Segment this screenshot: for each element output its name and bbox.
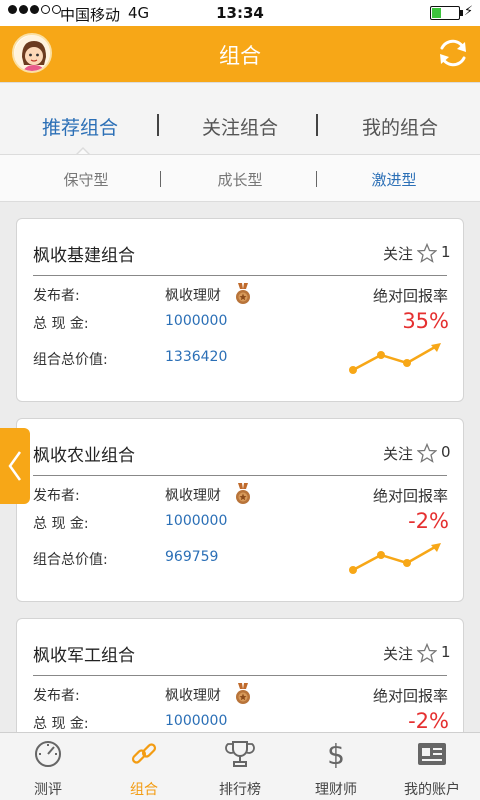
total-value-label: 组合总价值: xyxy=(33,552,108,568)
trophy-icon xyxy=(225,741,255,767)
card-divider xyxy=(33,275,447,276)
nav-label: 理财师 xyxy=(315,782,357,798)
portfolio-card[interactable]: 枫收农业组合 关注 0 发布者: 枫收理财 绝对回报率 总 现 金: 10000… xyxy=(16,418,464,602)
risk-level-tabs: 保守型 成长型 激进型 xyxy=(0,154,480,202)
charging-icon: ⚡ xyxy=(464,4,474,19)
star-icon[interactable] xyxy=(417,643,437,663)
battery-icon xyxy=(430,6,463,20)
medal-icon xyxy=(236,483,250,504)
tab-mine[interactable]: 我的组合 xyxy=(320,113,480,140)
return-value: 35% xyxy=(402,309,449,333)
tab-separator xyxy=(316,114,318,136)
trend-up-icon xyxy=(349,343,441,374)
follow-label[interactable]: 关注 xyxy=(383,243,413,264)
app-header: 组合 xyxy=(0,26,480,82)
follow-label[interactable]: 关注 xyxy=(383,643,413,664)
cash-value: 1000000 xyxy=(165,513,228,529)
tab-separator xyxy=(157,114,159,136)
nav-label: 我的账户 xyxy=(404,782,460,798)
tab-aggressive[interactable]: 激进型 xyxy=(314,169,474,190)
cash-label: 总 现 金: xyxy=(33,516,89,532)
svg-text:$: $ xyxy=(327,739,345,769)
tab-conservative[interactable]: 保守型 xyxy=(6,169,166,190)
total-value: 1336420 xyxy=(165,349,228,365)
medal-icon xyxy=(236,683,250,704)
account-card-icon xyxy=(418,743,446,765)
page-title: 组合 xyxy=(219,44,261,68)
status-bar: 中国移动 4G 13:34 ⚡ xyxy=(0,0,480,26)
total-value-label: 组合总价值: xyxy=(33,352,108,368)
nav-label: 排行榜 xyxy=(219,782,261,798)
card-divider xyxy=(33,675,447,676)
nav-label: 测评 xyxy=(34,782,62,798)
link-icon xyxy=(131,743,157,764)
publisher-name: 枫收理财 xyxy=(165,488,221,504)
refresh-icon[interactable] xyxy=(434,34,472,72)
status-time: 13:34 xyxy=(216,4,264,22)
return-label: 绝对回报率 xyxy=(373,687,449,705)
cash-value: 1000000 xyxy=(165,313,228,329)
medal-icon xyxy=(236,283,250,304)
publisher-label: 发布者: xyxy=(33,488,80,504)
bottom-nav: 测评 组合 排行榜 $ 理财师 我的账户 xyxy=(0,732,480,800)
chevron-left-icon xyxy=(8,451,22,481)
tab-growth[interactable]: 成长型 xyxy=(160,169,320,190)
publisher-label: 发布者: xyxy=(33,688,80,704)
nav-item-assessment[interactable]: 测评 xyxy=(0,733,96,800)
star-icon[interactable] xyxy=(417,443,437,463)
publisher-label: 发布者: xyxy=(33,288,80,304)
portfolio-card[interactable]: 枫收基建组合 关注 1 发布者: 枫收理财 绝对回报率 总 现 金: 10000… xyxy=(16,218,464,402)
nav-item-advisor[interactable]: $ 理财师 xyxy=(288,733,384,800)
publisher-name: 枫收理财 xyxy=(165,288,221,304)
trend-up-icon xyxy=(349,543,441,574)
gauge-icon xyxy=(35,741,61,767)
follow-count: 1 xyxy=(441,243,451,261)
portfolio-type-tabs: 推荐组合 关注组合 我的组合 xyxy=(0,82,480,157)
return-value: -2% xyxy=(408,509,449,533)
cash-label: 总 现 金: xyxy=(33,716,89,732)
dollar-icon: $ xyxy=(327,739,345,769)
drawer-handle[interactable] xyxy=(0,428,30,504)
return-label: 绝对回报率 xyxy=(373,287,449,305)
tab-recommended[interactable]: 推荐组合 xyxy=(0,113,160,140)
follow-label[interactable]: 关注 xyxy=(383,443,413,464)
card-divider xyxy=(33,475,447,476)
tab-followed[interactable]: 关注组合 xyxy=(160,113,320,140)
follow-count: 1 xyxy=(441,643,451,661)
nav-item-portfolio[interactable]: 组合 xyxy=(96,733,192,800)
portfolio-name: 枫收农业组合 xyxy=(33,446,135,466)
portfolio-name: 枫收基建组合 xyxy=(33,246,135,266)
follow-count: 0 xyxy=(441,443,451,461)
cash-value: 1000000 xyxy=(165,713,228,729)
publisher-name: 枫收理财 xyxy=(165,688,221,704)
total-value: 969759 xyxy=(165,549,219,565)
nav-item-account[interactable]: 我的账户 xyxy=(384,733,480,800)
portfolio-name: 枫收军工组合 xyxy=(33,646,135,666)
nav-item-ranking[interactable]: 排行榜 xyxy=(192,733,288,800)
cash-label: 总 现 金: xyxy=(33,316,89,332)
nav-label: 组合 xyxy=(130,782,158,798)
star-icon[interactable] xyxy=(417,243,437,263)
return-value: -2% xyxy=(408,709,449,733)
return-label: 绝对回报率 xyxy=(373,487,449,505)
